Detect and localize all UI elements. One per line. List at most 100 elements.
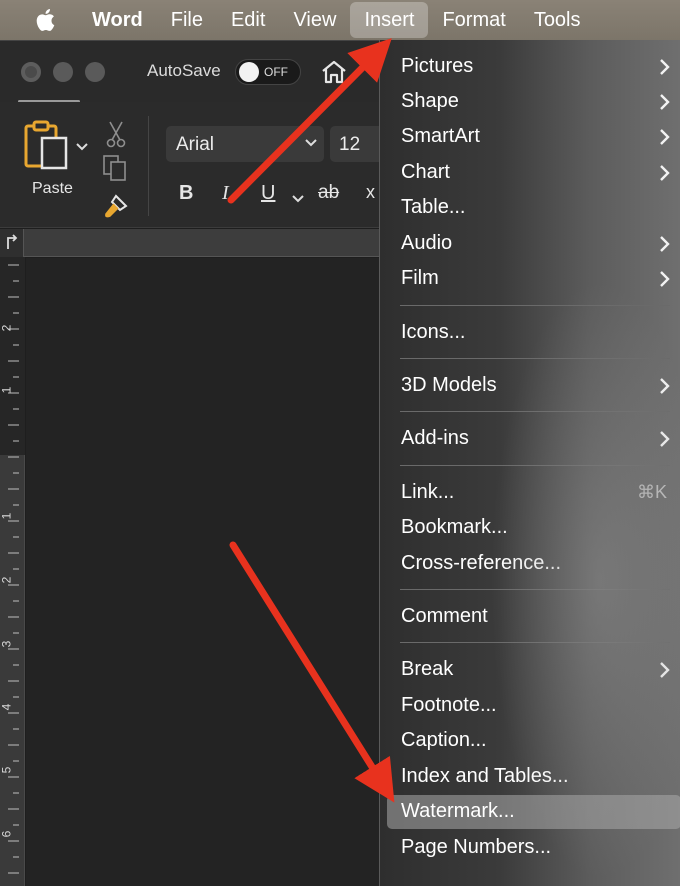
- menu-separator: [400, 589, 670, 590]
- menu-item-label: SmartArt: [401, 125, 480, 147]
- zoom-window-button[interactable]: [85, 62, 105, 82]
- chevron-right-icon: [659, 128, 671, 151]
- menu-item-label: Icons...: [401, 321, 466, 343]
- underline-button[interactable]: U: [261, 182, 275, 205]
- close-window-button[interactable]: [21, 62, 41, 82]
- autosave-state: OFF: [264, 65, 288, 79]
- menu-item-label: Comment: [401, 605, 488, 627]
- ruler-number: 2: [0, 324, 14, 332]
- ribbon: Paste Arial 12 B I U ab x: [0, 102, 390, 228]
- chevron-down-icon[interactable]: [76, 138, 88, 156]
- menu-item-label: Bookmark...: [401, 516, 508, 538]
- chevron-right-icon: [659, 430, 671, 453]
- chevron-down-icon[interactable]: [292, 190, 304, 208]
- italic-button[interactable]: I: [222, 182, 229, 205]
- ruler-number: 1: [0, 512, 14, 520]
- chevron-right-icon: [659, 93, 671, 116]
- menu-item-label: Page Numbers...: [401, 836, 552, 858]
- menu-item-break[interactable]: Break: [387, 653, 680, 687]
- menu-item-label: Index and Tables...: [401, 765, 569, 787]
- chevron-down-icon: [304, 136, 318, 155]
- subscript-button[interactable]: x: [366, 182, 375, 203]
- ruler-number: 3: [0, 640, 14, 648]
- copy-icon[interactable]: [102, 154, 130, 187]
- home-icon[interactable]: [320, 59, 348, 90]
- format-painter-icon[interactable]: [102, 192, 130, 225]
- menu-format[interactable]: Format: [428, 2, 519, 38]
- menu-file[interactable]: File: [157, 2, 217, 38]
- menu-word[interactable]: Word: [78, 2, 157, 38]
- chevron-right-icon: [659, 235, 671, 258]
- menu-insert[interactable]: Insert: [350, 2, 429, 38]
- paste-label[interactable]: Paste: [32, 180, 73, 198]
- menu-item-page-numbers[interactable]: Page Numbers...: [387, 831, 680, 865]
- menu-separator: [400, 642, 670, 643]
- menu-bar: Word File Edit View Insert Format Tools: [0, 0, 680, 40]
- menu-item-3d-models[interactable]: 3D Models: [387, 369, 680, 403]
- menu-view[interactable]: View: [279, 2, 350, 38]
- chevron-right-icon: [659, 377, 671, 400]
- chevron-right-icon: [659, 164, 671, 187]
- autosave-toggle[interactable]: OFF: [235, 59, 301, 85]
- clipboard-icon[interactable]: [22, 120, 74, 177]
- menu-item-film[interactable]: Film: [387, 262, 680, 296]
- menu-item-add-ins[interactable]: Add-ins: [387, 422, 680, 456]
- toggle-knob: [239, 62, 259, 82]
- menu-item-index-and-tables[interactable]: Index and Tables...: [387, 760, 680, 794]
- horizontal-ruler: [0, 229, 380, 257]
- menu-separator: [400, 358, 670, 359]
- menu-item-comment[interactable]: Comment: [387, 600, 680, 634]
- font-name-value: Arial: [176, 134, 215, 155]
- menu-edit[interactable]: Edit: [217, 2, 279, 38]
- ruler-number: 1: [0, 386, 14, 394]
- vertical-ruler: 2 1 1 2 3 4 5 6: [0, 257, 25, 886]
- shortcut-label: ⌘K: [636, 482, 667, 502]
- minimize-window-button[interactable]: [53, 62, 73, 82]
- menu-item-icons[interactable]: Icons...: [387, 316, 680, 350]
- menu-tools[interactable]: Tools: [520, 2, 595, 38]
- menu-separator: [400, 411, 670, 412]
- menu-item-bookmark[interactable]: Bookmark...: [387, 511, 680, 545]
- chevron-right-icon: [659, 58, 671, 81]
- menu-item-label: Pictures: [401, 55, 474, 77]
- menu-item-link[interactable]: Link... ⌘K: [387, 476, 680, 510]
- menu-item-label: Link...: [401, 481, 455, 503]
- menu-item-label: Caption...: [401, 729, 487, 751]
- menu-item-watermark[interactable]: Watermark...: [387, 795, 680, 829]
- menu-item-caption[interactable]: Caption...: [387, 724, 680, 758]
- menu-item-label: Audio: [401, 232, 453, 254]
- menu-item-table[interactable]: Table...: [387, 191, 680, 225]
- chevron-right-icon: [659, 661, 671, 684]
- menu-item-chart[interactable]: Chart: [387, 156, 680, 190]
- font-size-value: 12: [339, 134, 361, 155]
- menu-item-label: Chart: [401, 161, 450, 183]
- font-name-select[interactable]: Arial: [166, 126, 324, 162]
- document-canvas[interactable]: [26, 258, 380, 886]
- title-bar: AutoSave OFF: [0, 40, 380, 102]
- ruler-number: 5: [0, 766, 14, 774]
- menu-item-footnote[interactable]: Footnote...: [387, 689, 680, 723]
- ruler-number: 6: [0, 830, 14, 838]
- strikethrough-button[interactable]: ab: [318, 182, 339, 204]
- insert-menu: Pictures Shape SmartArt Chart Table... Audio F…: [379, 40, 680, 886]
- menu-item-pictures[interactable]: Pictures: [387, 50, 680, 84]
- autosave-label: AutoSave: [147, 61, 221, 80]
- ruler-number: 4: [0, 703, 14, 711]
- menu-item-label: Break: [401, 658, 454, 680]
- menu-item-label: Footnote...: [401, 694, 497, 716]
- menu-item-cross-reference[interactable]: Cross-reference...: [387, 547, 680, 581]
- menu-item-shape[interactable]: Shape: [387, 85, 680, 119]
- apple-icon[interactable]: [32, 5, 62, 35]
- menu-item-label: Watermark...: [401, 800, 515, 822]
- menu-item-audio[interactable]: Audio: [387, 227, 680, 261]
- bold-button[interactable]: B: [179, 182, 193, 205]
- menu-item-smartart[interactable]: SmartArt: [387, 120, 680, 154]
- scissors-icon[interactable]: [104, 120, 128, 153]
- ribbon-divider: [148, 116, 149, 216]
- menu-item-label: Film: [401, 267, 439, 289]
- tab-selector[interactable]: [0, 229, 24, 257]
- menu-item-label: Cross-reference...: [401, 552, 562, 574]
- menu-item-label: Add-ins: [401, 427, 469, 449]
- menu-item-label: 3D Models: [401, 374, 497, 396]
- menu-item-label: Table...: [401, 196, 466, 218]
